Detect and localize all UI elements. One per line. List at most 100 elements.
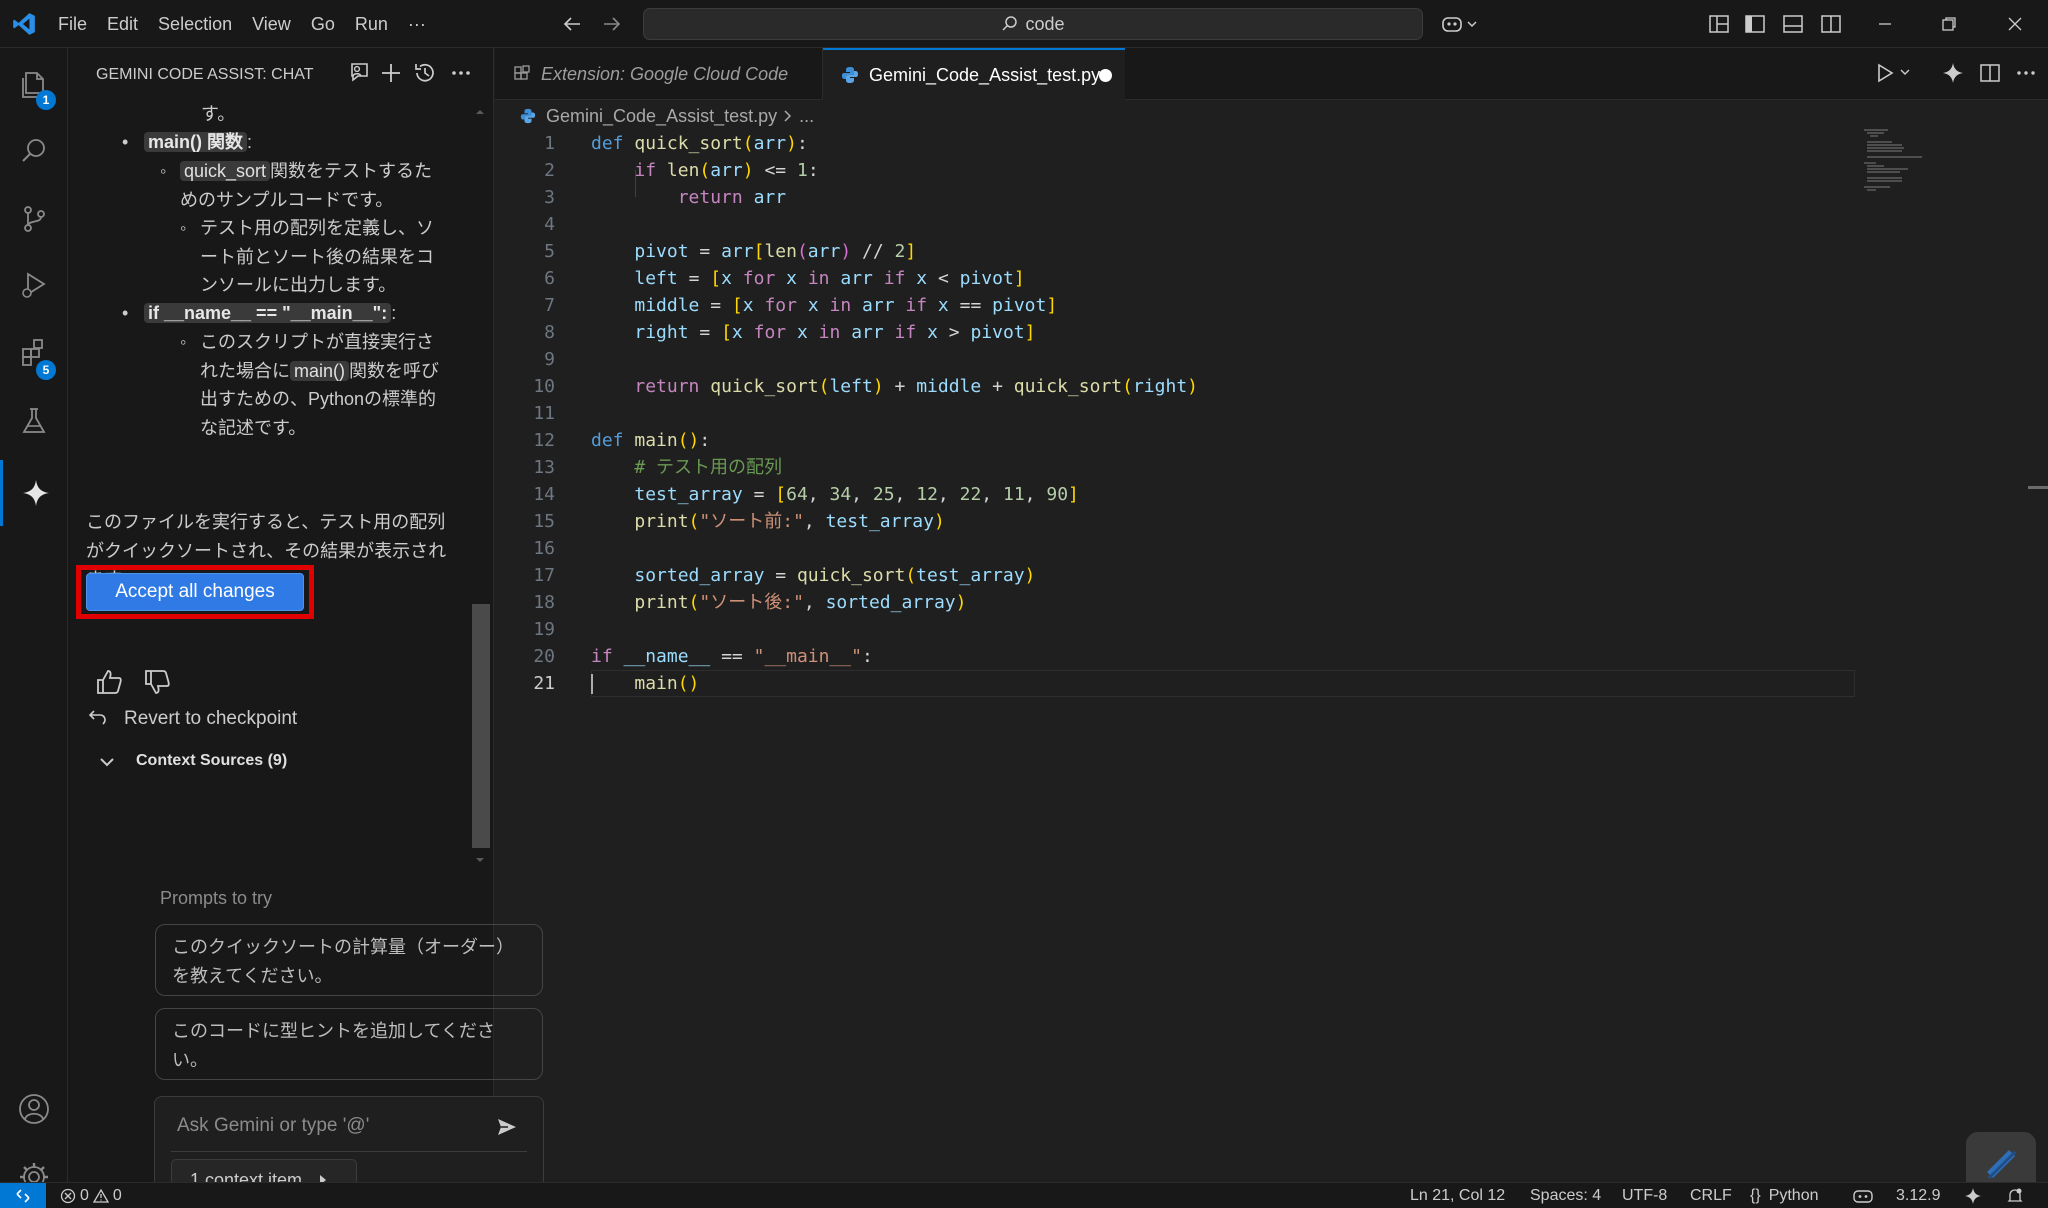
explorer-icon[interactable]: 1 xyxy=(0,52,68,118)
new-chat-plus-icon[interactable] xyxy=(378,60,404,86)
more-actions-icon[interactable] xyxy=(448,60,474,86)
tab-label: Extension: Google Cloud Code xyxy=(541,63,789,84)
code-line: 1 def quick_sort(arr): xyxy=(544,133,808,154)
bullet-circle: ◦ xyxy=(180,218,187,238)
menu-go[interactable]: Go xyxy=(301,0,345,48)
thumbs-up-icon[interactable] xyxy=(94,667,124,697)
gemini-sparkle-icon[interactable] xyxy=(1941,61,1965,85)
encoding[interactable]: UTF-8 xyxy=(1622,1183,1667,1208)
run-file-icon[interactable] xyxy=(1875,62,1915,84)
editor-more-actions-icon[interactable] xyxy=(2015,62,2037,84)
code-main-heading: main() 関数 xyxy=(144,132,248,152)
accept-all-changes-button[interactable]: Accept all changes xyxy=(86,573,304,611)
vscode-logo-icon xyxy=(0,0,48,48)
revert-icon xyxy=(88,708,108,728)
error-icon xyxy=(60,1188,76,1204)
gemini-status-icon[interactable] xyxy=(1964,1183,1982,1208)
tab-extension-google-cloud-code[interactable]: Extension: Google Cloud Code xyxy=(495,48,823,100)
editor-scroll-marker xyxy=(2028,486,2048,489)
code-line: 5 pivot = arr[len(arr) // 2] xyxy=(544,241,917,262)
floating-app-icon xyxy=(1987,1150,2017,1180)
problems-indicator[interactable]: 0 0 xyxy=(60,1183,122,1208)
restore-icon[interactable] xyxy=(1940,0,1958,48)
activity-bar: 1 5 1 xyxy=(0,48,68,1204)
tab-gemini-code-assist-test-py[interactable]: Gemini_Code_Assist_test.py xyxy=(823,48,1125,100)
code-line: 21 main() xyxy=(533,673,700,694)
command-center-search[interactable]: code xyxy=(643,8,1423,40)
copilot-icon[interactable] xyxy=(1440,0,1480,48)
menu-file[interactable]: File xyxy=(48,0,97,48)
chat-scroll-thumb[interactable] xyxy=(472,604,490,848)
remote-indicator-icon[interactable] xyxy=(0,1183,46,1208)
prompt-suggestion-1[interactable]: このクイックソートの計算量（オーダー）を教えてください。 xyxy=(155,924,543,996)
list-item: ◦ quick_sort 関数をテストするためのサンプルコードです。 xyxy=(160,157,450,214)
colon-text: : xyxy=(247,132,253,152)
code-line: 4 xyxy=(544,214,555,235)
testing-icon[interactable] xyxy=(0,388,68,454)
nav-forward-icon[interactable] xyxy=(600,0,622,48)
language-label: Python xyxy=(1768,1187,1819,1204)
notifications-bell-icon[interactable] xyxy=(2006,1183,2024,1208)
warning-icon xyxy=(92,1188,109,1203)
nav-back-icon[interactable] xyxy=(562,0,584,48)
list-item: ◦ このスクリプトが直接実行された場合に main() 関数を呼び出すための、Pyt… xyxy=(180,328,450,442)
chat-response: す。 • main() 関数: ◦ quick_sort 関数をテストするためのサ… xyxy=(68,102,468,862)
code-line: 13 # テスト用の配列 xyxy=(533,457,783,478)
chat-feedback-icon[interactable] xyxy=(346,60,372,86)
editor-tabs: Extension: Google Cloud Code Gemini_Code… xyxy=(495,48,2048,100)
code-quick-sort: quick_sort xyxy=(180,161,271,181)
copilot-status-icon[interactable] xyxy=(1852,1183,1874,1208)
python-version[interactable]: 3.12.9 xyxy=(1896,1183,1940,1208)
source-control-icon[interactable] xyxy=(0,186,68,252)
revert-to-checkpoint-link[interactable]: Revert to checkpoint xyxy=(124,705,297,734)
bullet-circle: ◦ xyxy=(160,161,167,181)
breadcrumb-file[interactable]: Gemini_Code_Assist_test.py xyxy=(546,106,777,127)
extensions-icon[interactable]: 5 xyxy=(0,320,68,386)
menu-run[interactable]: Run xyxy=(345,0,398,48)
minimap[interactable] xyxy=(1862,128,1952,198)
close-window-icon[interactable] xyxy=(2006,0,2024,48)
thumbs-down-icon[interactable] xyxy=(142,667,172,697)
language-mode[interactable]: {} Python xyxy=(1750,1183,1819,1208)
unsaved-dot-icon[interactable] xyxy=(1099,69,1112,82)
warning-count: 0 xyxy=(112,1187,122,1204)
menu-edit[interactable]: Edit xyxy=(97,0,148,48)
sidebar-header: GEMINI CODE ASSIST: CHAT xyxy=(68,48,494,102)
context-sources-toggle[interactable]: Context Sources (9) xyxy=(136,747,287,776)
code-line: 14 test_array = [64, 34, 25, 12, 22, 11,… xyxy=(533,484,1079,505)
code-line: 8 right = [x for x in arr if x > pivot] xyxy=(544,322,1036,343)
code-line: 7 middle = [x for x in arr if x == pivot… xyxy=(544,295,1058,316)
extension-tab-icon xyxy=(514,65,530,80)
chat-history-icon[interactable] xyxy=(412,60,438,86)
menu-more[interactable]: ··· xyxy=(398,0,436,48)
toggle-primary-sidebar-icon[interactable] xyxy=(1744,0,1766,48)
explorer-badge: 1 xyxy=(36,90,56,110)
chat-input-field[interactable]: Ask Gemini or type '@' xyxy=(177,1115,369,1137)
chevron-down-icon[interactable] xyxy=(98,753,116,771)
run-debug-icon[interactable] xyxy=(0,252,68,318)
menu-selection[interactable]: Selection xyxy=(148,0,242,48)
menu-view[interactable]: View xyxy=(242,0,301,48)
prompt-suggestion-2[interactable]: このコードに型ヒントを追加してください。 xyxy=(155,1008,543,1080)
indentation[interactable]: Spaces: 4 xyxy=(1530,1183,1601,1208)
bullet-dot: • xyxy=(122,303,129,323)
toggle-panel-icon[interactable] xyxy=(1782,0,1804,48)
accounts-icon[interactable] xyxy=(0,1076,68,1142)
code-line: 9 xyxy=(544,349,555,370)
tab-label: Gemini_Code_Assist_test.py xyxy=(869,64,1101,85)
command-center-text: code xyxy=(1025,13,1065,34)
breadcrumb-symbol[interactable]: ... xyxy=(799,106,814,127)
chevron-right-icon xyxy=(784,110,792,122)
gemini-code-assist-icon[interactable] xyxy=(0,460,68,526)
minimize-icon[interactable] xyxy=(1876,0,1894,48)
code-line: 16 xyxy=(533,538,555,559)
search-icon[interactable] xyxy=(0,118,68,184)
search-icon xyxy=(1001,15,1019,33)
toggle-secondary-sidebar-icon[interactable] xyxy=(1820,0,1842,48)
code-editor[interactable]: 1 def quick_sort(arr): 2 if len(arr) <= 1… xyxy=(495,130,1855,1130)
split-editor-icon[interactable] xyxy=(1979,62,2001,84)
end-of-line[interactable]: CRLF xyxy=(1690,1183,1732,1208)
cursor-position[interactable]: Ln 21, Col 12 xyxy=(1410,1183,1505,1208)
code-line: 15 print("ソート前:", test_array) xyxy=(533,511,945,532)
customize-layout-icon[interactable] xyxy=(1708,0,1730,48)
